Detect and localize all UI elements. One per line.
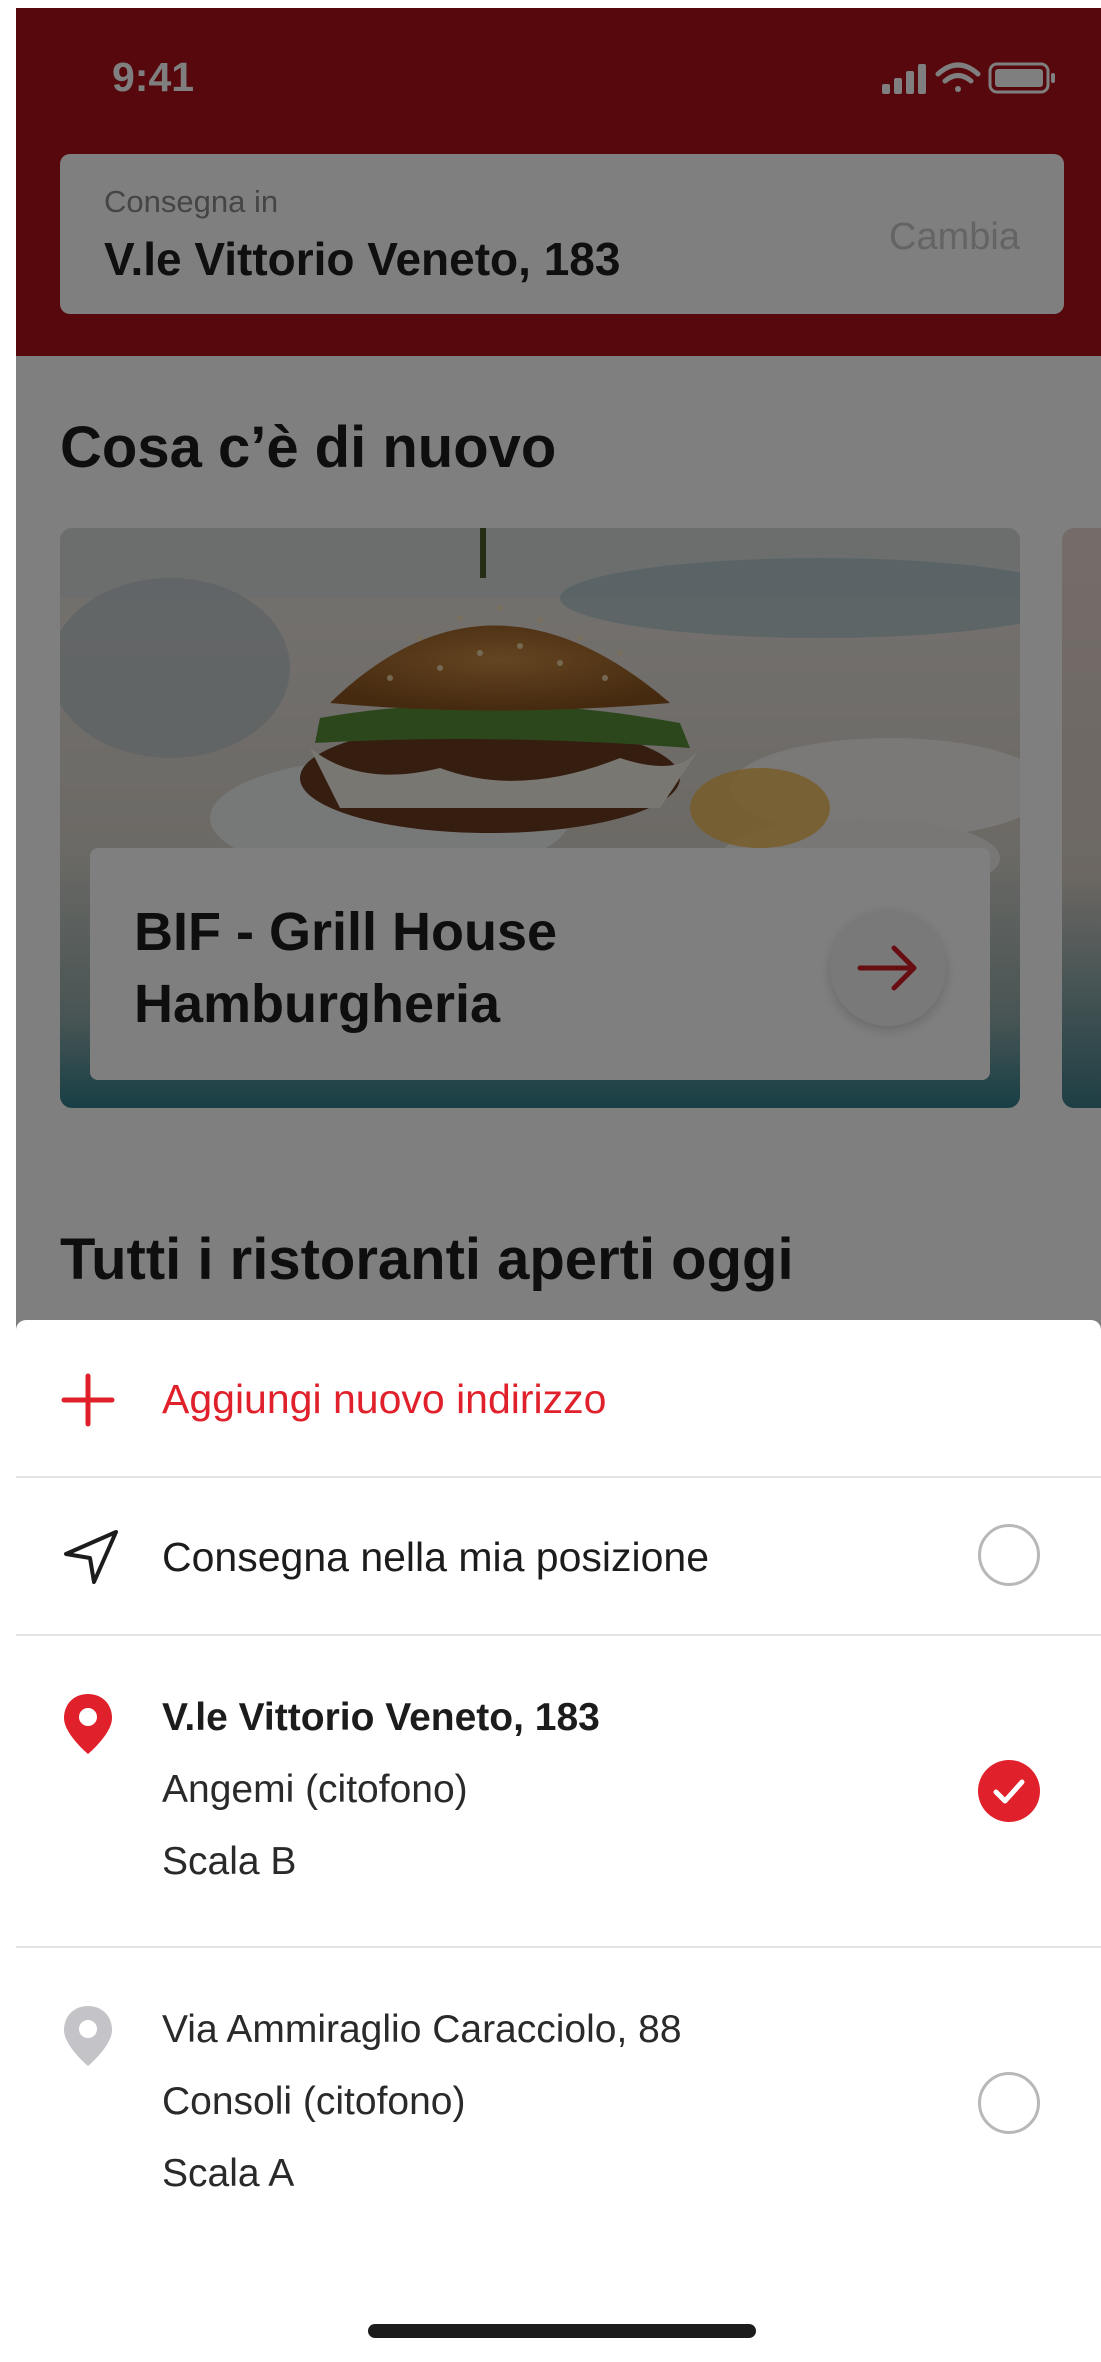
current-location-radio[interactable] bbox=[978, 1524, 1040, 1586]
saved-address-row[interactable]: V.le Vittorio Veneto, 183 Angemi (citofo… bbox=[16, 1636, 1101, 1948]
address-stair: Scala A bbox=[162, 2152, 295, 2195]
plus-icon bbox=[61, 1373, 115, 1427]
address-street: V.le Vittorio Veneto, 183 bbox=[162, 1696, 600, 1739]
checkmark-icon bbox=[993, 1779, 1025, 1804]
saved-address-row[interactable]: Via Ammiraglio Caracciolo, 88 Consoli (c… bbox=[16, 1948, 1101, 2258]
current-location-label: Consegna nella mia posizione bbox=[162, 1534, 710, 1580]
app-screen: 9:41 Consegna in V.le Vittorio Veneto, 1 bbox=[16, 8, 1101, 2362]
location-pin-icon bbox=[64, 2006, 112, 2066]
add-address-label: Aggiungi nuovo indirizzo bbox=[162, 1376, 607, 1422]
address-radio-selected[interactable] bbox=[978, 1760, 1040, 1822]
address-intercom: Angemi (citofono) bbox=[162, 1768, 468, 1811]
current-location-row[interactable]: Consegna nella mia posizione bbox=[16, 1478, 1101, 1636]
address-intercom: Consoli (citofono) bbox=[162, 2080, 466, 2123]
address-radio[interactable] bbox=[978, 2072, 1040, 2134]
add-address-row[interactable]: Aggiungi nuovo indirizzo bbox=[16, 1320, 1101, 1478]
navigation-arrow-icon bbox=[64, 1530, 118, 1584]
address-street: Via Ammiraglio Caracciolo, 88 bbox=[162, 2008, 682, 2051]
home-indicator[interactable] bbox=[368, 2324, 756, 2338]
address-stair: Scala B bbox=[162, 1840, 297, 1883]
address-bottom-sheet: Aggiungi nuovo indirizzo Consegna nella … bbox=[16, 1320, 1101, 2362]
location-pin-icon bbox=[64, 1694, 112, 1754]
